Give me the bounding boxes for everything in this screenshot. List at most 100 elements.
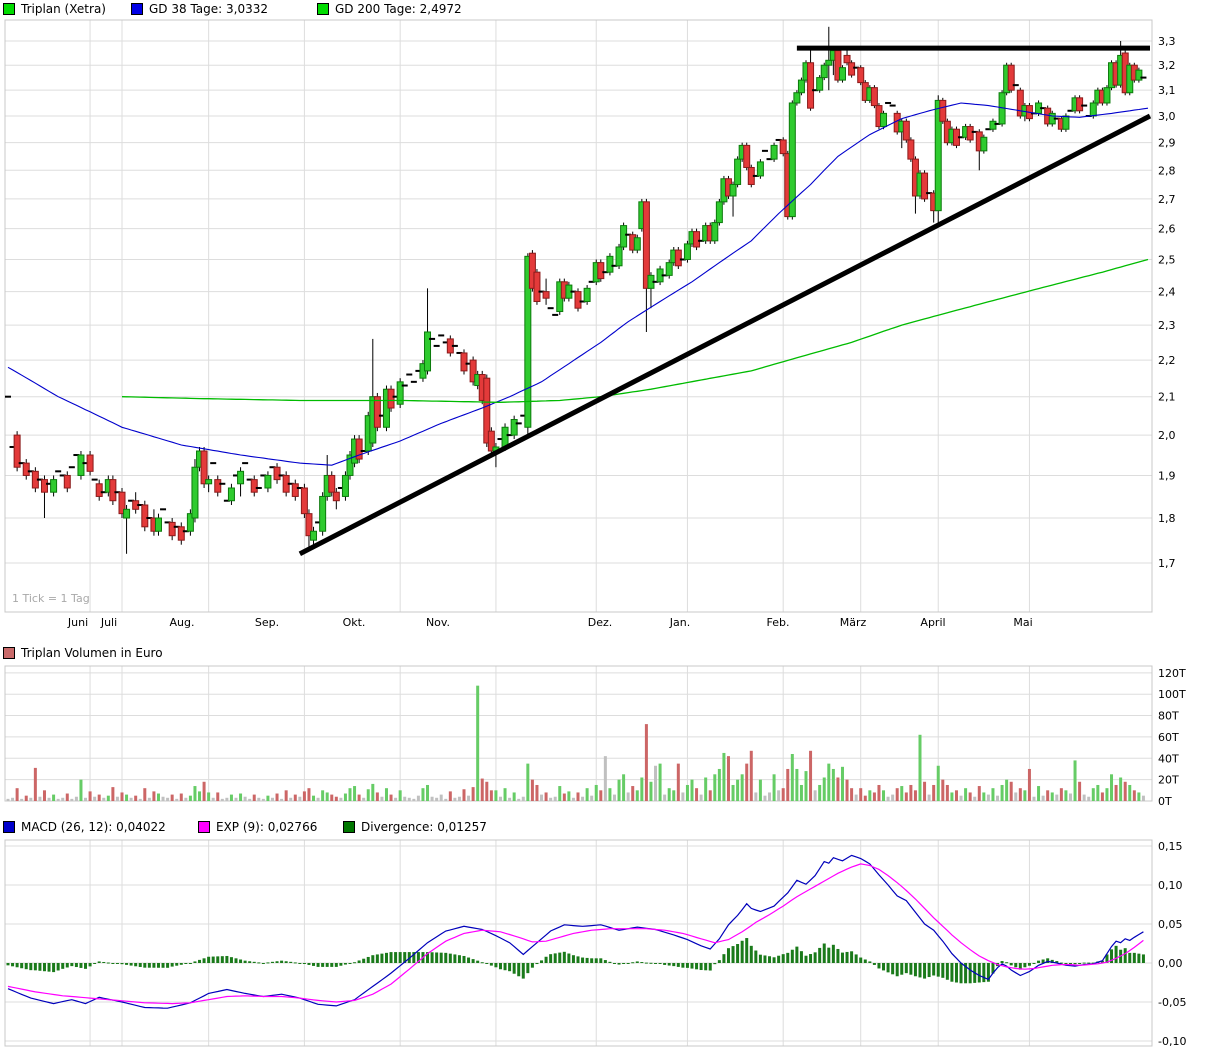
divergence-bar	[622, 963, 626, 964]
candle-down	[291, 483, 299, 497]
candle-up	[606, 255, 614, 273]
volume-bar	[626, 792, 630, 801]
volume-bar	[97, 794, 101, 801]
candle-up	[825, 59, 833, 66]
macd-line	[7, 854, 1144, 1009]
volume-bar	[799, 784, 803, 801]
volume-bar	[125, 794, 129, 801]
divergence-bar	[193, 961, 197, 963]
candle-up	[711, 222, 719, 242]
divergence-bar	[745, 938, 749, 963]
divergence-bar	[330, 963, 334, 967]
doji-dash	[885, 101, 892, 104]
volume-bar	[945, 784, 949, 801]
volume-bar	[704, 777, 708, 801]
divergence-bar	[667, 963, 671, 966]
divergence-bar	[371, 955, 375, 963]
volume-bar	[996, 795, 1000, 801]
divergence-bar	[316, 963, 320, 967]
y-tick-label: 80T	[1158, 710, 1179, 723]
divergence-bar	[343, 963, 347, 965]
volume-bar	[1091, 788, 1095, 801]
candle-up	[797, 79, 805, 94]
y-tick-label: 40T	[1158, 752, 1179, 765]
divergence-bar	[695, 963, 699, 970]
volume-bar	[699, 794, 703, 801]
candle-down	[40, 479, 48, 493]
volume-bar	[695, 788, 699, 801]
doji-dash	[1081, 104, 1088, 107]
divergence-bar	[635, 961, 639, 963]
volume-bar	[498, 796, 502, 801]
divergence-bar	[170, 963, 174, 967]
divergence-bar	[102, 961, 106, 963]
volume-bar	[384, 788, 388, 801]
divergence-bar	[175, 963, 179, 966]
divergence-bar	[24, 963, 28, 970]
divergence-bar	[188, 963, 192, 964]
volume-bar	[426, 784, 430, 801]
divergence-bar	[1037, 960, 1041, 963]
volume-bar	[868, 790, 872, 801]
y-tick-label: 3,0	[1158, 110, 1176, 123]
divergence-bar	[1064, 963, 1068, 964]
volume-bar	[93, 796, 97, 801]
divergence-bar	[143, 963, 147, 968]
divergence-bar	[29, 963, 33, 971]
divergence-bar	[859, 957, 863, 963]
volume-bar	[521, 796, 525, 801]
tick-footnote: 1 Tick = 1 Tag	[12, 592, 90, 605]
divergence-bar	[1087, 962, 1091, 964]
volume-bar	[239, 793, 243, 801]
divergence-bar	[882, 963, 886, 971]
volume-bar	[115, 796, 119, 801]
candle-up	[816, 77, 824, 91]
divergence-bar	[535, 963, 539, 965]
divergence-bar	[321, 963, 325, 967]
volume-bar	[594, 784, 598, 801]
doji-dash	[210, 462, 217, 465]
volume-bar	[439, 794, 443, 801]
candle-down	[574, 291, 582, 309]
volume-bar	[56, 798, 60, 801]
y-tick-label: -0,05	[1158, 996, 1186, 1009]
volume-bar	[330, 794, 334, 801]
divergence-bar	[717, 960, 721, 963]
divergence-bar	[467, 957, 471, 963]
divergence-bar	[1027, 963, 1031, 966]
volume-bar	[836, 777, 840, 801]
divergence-bar	[736, 944, 740, 963]
volume-bar	[1078, 781, 1082, 801]
divergence-bar	[827, 947, 831, 963]
candle-up	[793, 92, 801, 104]
divergence-bar	[1032, 963, 1036, 964]
volume-bar	[166, 797, 170, 801]
volume-bar	[234, 797, 238, 801]
divergence-bar	[599, 958, 603, 963]
divergence-bar	[813, 952, 817, 963]
divergence-bar	[1082, 962, 1086, 964]
volume-bar	[549, 797, 553, 801]
volume-bar	[763, 795, 767, 801]
volume-bar	[1009, 781, 1013, 801]
volume-bar	[831, 768, 835, 801]
volume-bar	[790, 754, 794, 801]
divergence-bar	[6, 963, 10, 966]
volume-bar	[768, 792, 772, 801]
volume-bar	[453, 797, 457, 801]
volume-bar	[581, 796, 585, 801]
y-tick-label: 0,10	[1158, 879, 1183, 892]
divergence-bar	[480, 962, 484, 964]
candle-down	[200, 450, 208, 485]
divergence-bar	[708, 963, 712, 971]
divergence-bar	[375, 954, 379, 963]
doji-dash	[1012, 84, 1019, 87]
divergence-bar	[61, 963, 65, 969]
volume-bar	[822, 777, 826, 801]
volume-bar	[307, 788, 311, 801]
candle-up	[734, 158, 742, 185]
divergence-bar	[252, 961, 256, 963]
volume-bar	[1000, 784, 1004, 801]
month-label: Juli	[100, 616, 117, 629]
divergence-bar	[685, 963, 689, 968]
